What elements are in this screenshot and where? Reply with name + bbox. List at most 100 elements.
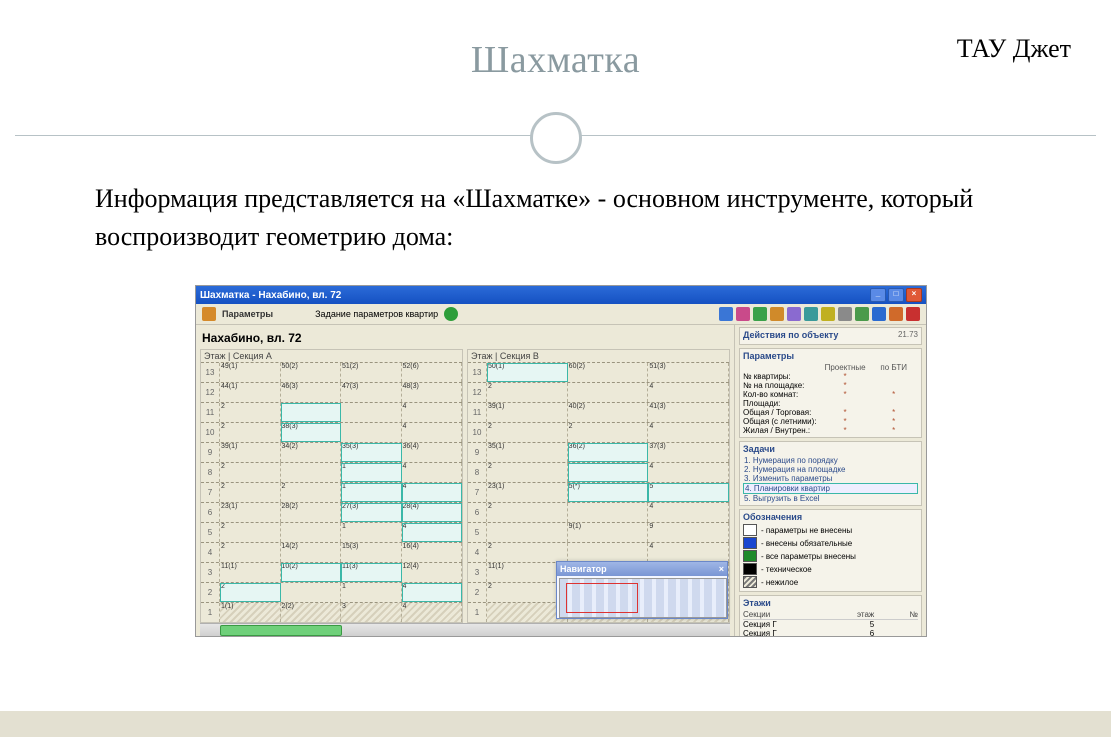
apartment-cell[interactable]	[281, 403, 342, 422]
apartment-cell[interactable]	[568, 383, 649, 402]
apartment-cell[interactable]: 2	[487, 503, 568, 522]
navigator-minimap[interactable]	[559, 578, 727, 618]
floors-row[interactable]: Секция Г6	[743, 629, 918, 637]
apartment-cell[interactable]	[281, 463, 342, 482]
chart-icon[interactable]	[872, 307, 886, 321]
apartment-cell[interactable]: 5	[648, 483, 729, 502]
apartment-cell[interactable]: 2	[487, 383, 568, 402]
apartment-cell[interactable]: 4	[402, 523, 463, 542]
apartment-cell[interactable]: 2	[220, 463, 281, 482]
apartment-cell[interactable]: 39(1)	[220, 443, 281, 462]
apartment-cell[interactable]: 16(4)	[402, 543, 463, 562]
apartment-cell[interactable]	[341, 403, 402, 422]
minimize-button[interactable]: _	[870, 288, 886, 302]
apartment-cell[interactable]: 52(6)	[402, 363, 463, 382]
apartment-cell[interactable]: 2	[220, 403, 281, 422]
user-icon[interactable]	[736, 307, 750, 321]
apartment-cell[interactable]: 4	[648, 503, 729, 522]
apartment-cell[interactable]: 4	[648, 423, 729, 442]
refresh-red-icon[interactable]	[906, 307, 920, 321]
apartment-cell[interactable]: 38(3)	[281, 423, 342, 442]
apartment-cell[interactable]: 44(1)	[220, 383, 281, 402]
apartment-cell[interactable]: 23(1)	[487, 483, 568, 502]
tree-icon[interactable]	[804, 307, 818, 321]
apartment-cell[interactable]: 36(4)	[402, 443, 463, 462]
apartment-cell[interactable]: 10(2)	[281, 563, 342, 582]
globe-icon[interactable]	[719, 307, 733, 321]
apartment-cell[interactable]: 11(1)	[220, 563, 281, 582]
apartment-cell[interactable]: 1	[341, 523, 402, 542]
apartment-cell[interactable]: 1	[341, 463, 402, 482]
apartment-cell[interactable]: 3	[341, 603, 402, 622]
navigator-close-icon[interactable]: ×	[719, 564, 724, 574]
apartment-cell[interactable]: 4	[402, 483, 463, 502]
floors-row[interactable]: Секция Г5	[743, 620, 918, 629]
apartment-cell[interactable]: 1(1)	[220, 603, 281, 622]
apartment-cell[interactable]: 35(1)	[487, 443, 568, 462]
apartment-cell[interactable]: 37(3)	[648, 443, 729, 462]
apartment-cell[interactable]: 2	[568, 423, 649, 442]
close-button[interactable]: ×	[906, 288, 922, 302]
horizontal-scrollbar[interactable]	[200, 623, 730, 636]
apartment-cell[interactable]	[341, 423, 402, 442]
apartment-cell[interactable]: 36(2)	[568, 443, 649, 462]
apartment-cell[interactable]: 51(2)	[341, 363, 402, 382]
apartment-cell[interactable]: 2	[220, 543, 281, 562]
apartment-cell[interactable]: 50(2)	[281, 363, 342, 382]
apartment-cell[interactable]: 2	[220, 523, 281, 542]
titlebar[interactable]: Шахматка - Нахабино, вл. 72 _ □ ×	[196, 286, 926, 304]
apartment-cell[interactable]: 35(3)	[341, 443, 402, 462]
apartment-cell[interactable]: 27(3)	[341, 503, 402, 522]
apartment-cell[interactable]	[568, 543, 649, 562]
apartment-cell[interactable]: 4	[402, 403, 463, 422]
maximize-button[interactable]: □	[888, 288, 904, 302]
apartment-cell[interactable]: 2	[281, 483, 342, 502]
apartment-cell[interactable]: 14(2)	[281, 543, 342, 562]
apartment-cell[interactable]: 40(2)	[568, 403, 649, 422]
apartment-cell[interactable]	[281, 523, 342, 542]
apartment-cell[interactable]: 4	[402, 583, 463, 602]
apartment-cell[interactable]: 48(3)	[402, 383, 463, 402]
task-item[interactable]: 1. Нумерация по порядку	[743, 456, 918, 465]
apartment-cell[interactable]: 2	[220, 583, 281, 602]
apartment-cell[interactable]: 34(2)	[281, 443, 342, 462]
navigator-viewport[interactable]	[566, 583, 638, 613]
task-item[interactable]: 5. Выгрузить в Excel	[743, 494, 918, 503]
apartment-cell[interactable]: 23(1)	[220, 503, 281, 522]
apartment-cell[interactable]	[487, 523, 568, 542]
apartment-cell[interactable]: 1	[341, 583, 402, 602]
calc-icon[interactable]	[889, 307, 903, 321]
apartment-cell[interactable]: 50(1)	[487, 363, 568, 382]
clipboard-icon[interactable]	[821, 307, 835, 321]
task-item[interactable]: 3. Изменить параметры	[743, 474, 918, 483]
form-icon[interactable]	[838, 307, 852, 321]
apartment-cell[interactable]: 2	[220, 423, 281, 442]
apartment-cell[interactable]: 15(3)	[341, 543, 402, 562]
apartment-cell[interactable]	[568, 463, 649, 482]
apartment-cell[interactable]	[568, 503, 649, 522]
apartment-cell[interactable]: 46(3)	[281, 383, 342, 402]
apartment-cell[interactable]: 5(*)	[568, 483, 649, 502]
apartment-cell[interactable]: 1	[341, 483, 402, 502]
apartment-cell[interactable]: 4	[648, 383, 729, 402]
actions-link[interactable]: 21.73	[898, 330, 918, 340]
apartment-cell[interactable]: 49(1)	[220, 363, 281, 382]
apartment-cell[interactable]: 2	[487, 463, 568, 482]
apartment-cell[interactable]: 4	[402, 423, 463, 442]
apartment-cell[interactable]: 4	[648, 463, 729, 482]
undo-icon[interactable]	[444, 307, 458, 321]
apartment-cell[interactable]: 2(2)	[281, 603, 342, 622]
apartment-cell[interactable]: 4	[402, 603, 463, 622]
settings-icon[interactable]	[202, 307, 216, 321]
apartment-cell[interactable]: 28(4)	[402, 503, 463, 522]
apartment-cell[interactable]	[281, 583, 342, 602]
apartment-cell[interactable]: 9	[648, 523, 729, 542]
apartment-cell[interactable]: 12(4)	[402, 563, 463, 582]
scrollbar-thumb[interactable]	[220, 625, 342, 636]
apartment-cell[interactable]: 4	[402, 463, 463, 482]
apartment-cell[interactable]: 39(1)	[487, 403, 568, 422]
wand-icon[interactable]	[787, 307, 801, 321]
apartment-cell[interactable]: 2	[220, 483, 281, 502]
task-item[interactable]: 2. Нумерация на площадке	[743, 465, 918, 474]
printer-icon[interactable]	[753, 307, 767, 321]
